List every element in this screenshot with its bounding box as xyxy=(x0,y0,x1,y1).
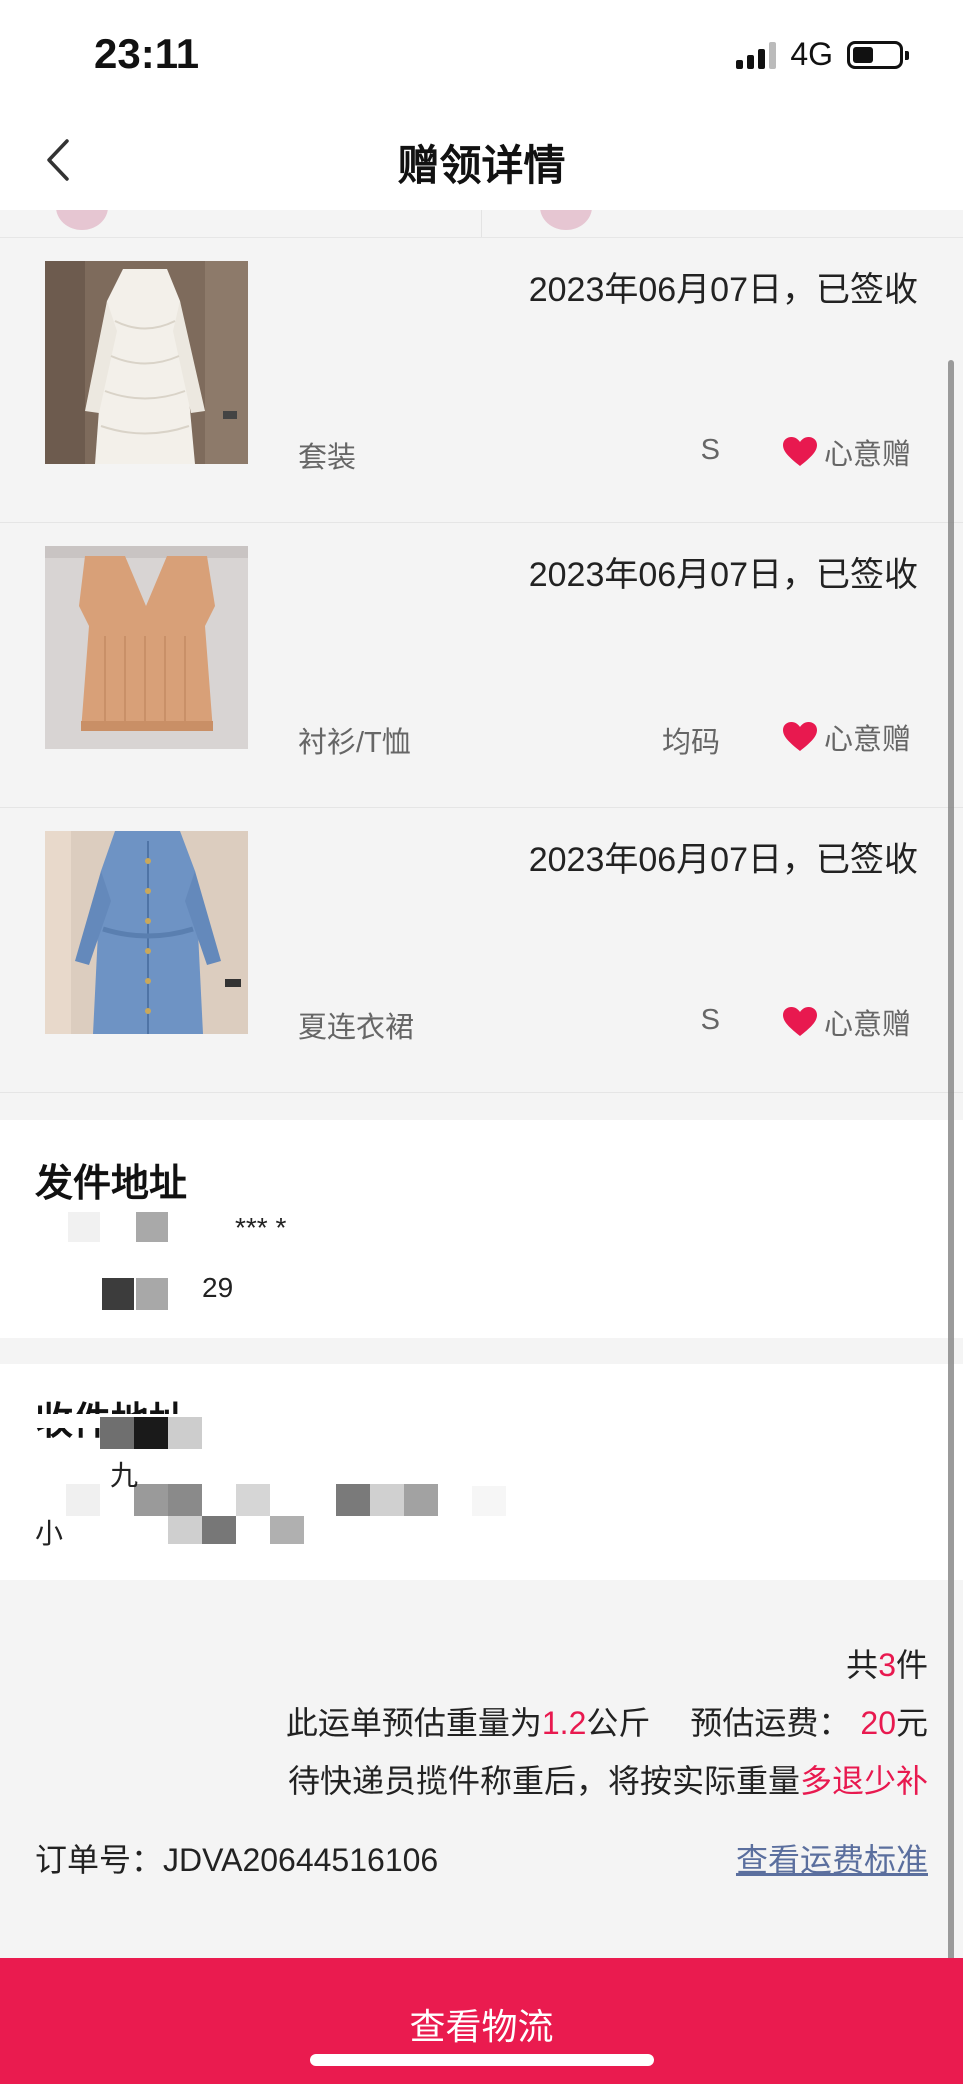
fee-standard-link[interactable]: 查看运费标准 xyxy=(736,1835,928,1881)
weight-prefix: 此运单预估重量为 xyxy=(285,1705,542,1741)
weight-unit: 公斤 xyxy=(586,1705,651,1741)
heart-icon xyxy=(782,437,817,466)
order-number: 订单号：JDVA20644516106 xyxy=(35,1835,438,1881)
redacted-text xyxy=(68,1212,208,1337)
note-text: 待快递员揽件称重后，将按实际重量 xyxy=(287,1763,800,1799)
item-tag: 心意赠 xyxy=(782,431,911,473)
scrollbar[interactable] xyxy=(948,360,954,1970)
sender-address-line2: 29 xyxy=(202,1272,234,1303)
avatar xyxy=(56,210,108,230)
sender-address-title: 发件地址 xyxy=(35,1163,188,1205)
fee-value: 20 xyxy=(860,1705,896,1741)
signal-icon xyxy=(736,41,777,69)
item-count-suffix: 件 xyxy=(895,1647,928,1683)
item-tag: 心意赠 xyxy=(782,716,911,758)
item-tag-label: 心意赠 xyxy=(823,439,911,471)
nav-bar: 赠领详情 xyxy=(0,110,963,210)
item-category: 夏连衣裙 xyxy=(298,1012,415,1044)
item-date: 2023年06月07日，已签收 xyxy=(528,841,918,879)
heart-icon xyxy=(782,1007,817,1036)
weight-and-fee: 此运单预估重量为1.2公斤 预估运费： 20元 xyxy=(286,1698,928,1744)
sender-address-card: 发件地址 *** * 29 xyxy=(0,1120,963,1338)
home-indicator[interactable] xyxy=(310,2054,654,2066)
order-number-label: 订单号： xyxy=(35,1842,164,1878)
item-size: 均码 xyxy=(661,727,720,759)
view-logistics-label: 查看物流 xyxy=(409,2006,554,2047)
receiver-address-card: 收件地址 九 小 xyxy=(0,1364,963,1580)
heart-icon xyxy=(782,722,817,751)
divider xyxy=(481,210,482,237)
battery-icon xyxy=(847,40,909,69)
status-indicators: 4G xyxy=(736,36,909,73)
item-category: 衬衫/T恤 xyxy=(298,727,411,759)
battery-level xyxy=(853,46,873,63)
item-tag: 心意赠 xyxy=(782,1001,911,1043)
item-date: 2023年06月07日，已签收 xyxy=(528,271,918,309)
item-date: 2023年06月07日，已签收 xyxy=(528,556,918,594)
receiver-address-line2: 小 xyxy=(35,1518,64,1549)
item-tag-label: 心意赠 xyxy=(823,1009,911,1041)
fee-unit: 元 xyxy=(895,1705,928,1741)
item-list: 2023年06月07日，已签收 套装 S 心意赠 2023年06月07日，已签收… xyxy=(0,238,963,1093)
status-time: 23:11 xyxy=(94,30,200,77)
item-thumbnail[interactable] xyxy=(45,546,248,749)
weight-value: 1.2 xyxy=(541,1705,587,1741)
note-highlight: 多退少补 xyxy=(799,1763,928,1799)
item-count: 共3件 xyxy=(846,1640,928,1686)
page-title: 赠领详情 xyxy=(397,142,566,189)
fee-label: 预估运费： xyxy=(690,1705,851,1741)
avatar xyxy=(540,210,592,230)
tan-knit-vest-image xyxy=(45,546,248,749)
item-thumbnail[interactable] xyxy=(45,261,248,464)
item-size: S xyxy=(700,434,720,466)
status-bar: 23:11 4G xyxy=(0,0,963,110)
network-type: 4G xyxy=(790,36,833,72)
item-count-prefix: 共 xyxy=(846,1647,879,1683)
list-item[interactable]: 2023年06月07日，已签收 衬衫/T恤 均码 心意赠 xyxy=(0,523,963,808)
denim-dress-image xyxy=(45,831,248,1034)
list-item[interactable]: 2023年06月07日，已签收 夏连衣裙 S 心意赠 xyxy=(0,808,963,1093)
item-size: S xyxy=(700,1004,720,1036)
weight-note: 待快递员揽件称重后，将按实际重量多退少补 xyxy=(288,1756,928,1802)
list-item[interactable]: 2023年06月07日，已签收 套装 S 心意赠 xyxy=(0,238,963,523)
order-number-value: JDVA20644516106 xyxy=(163,1842,439,1878)
white-lace-dress-image xyxy=(45,261,248,464)
item-tag-label: 心意赠 xyxy=(823,724,911,756)
recipient-strip xyxy=(0,210,963,238)
sender-address-line1: *** * xyxy=(235,1212,287,1243)
item-category: 套装 xyxy=(298,442,357,474)
item-thumbnail[interactable] xyxy=(45,831,248,1034)
item-count-value: 3 xyxy=(878,1647,896,1683)
receiver-address-line1: 九 xyxy=(110,1460,139,1491)
